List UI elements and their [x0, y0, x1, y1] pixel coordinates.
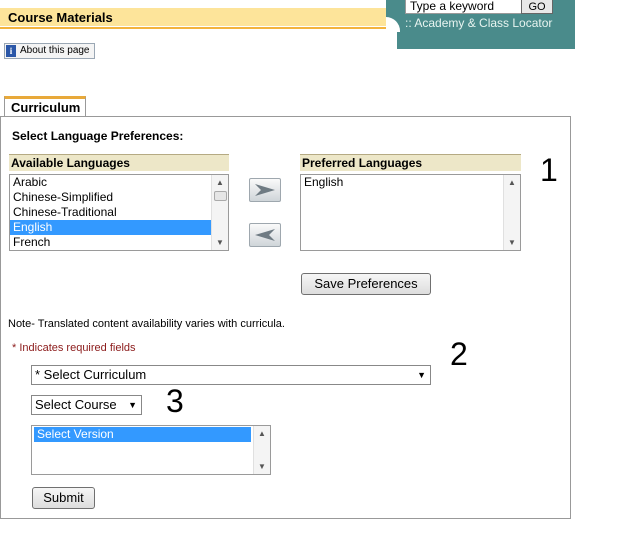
- callout-1: 1: [540, 152, 558, 188]
- keyword-search-input[interactable]: Type a keyword: [405, 0, 523, 14]
- available-languages-list[interactable]: Arabic Chinese-Simplified Chinese-Traditio…: [9, 174, 229, 251]
- arrow-left-icon: [255, 229, 275, 241]
- available-scrollbar[interactable]: ▲ ▼: [211, 175, 228, 250]
- callout-2: 2: [450, 336, 468, 372]
- version-scrollbar[interactable]: ▲ ▼: [253, 426, 270, 474]
- course-select-value: Select Course: [35, 397, 117, 412]
- scroll-down-icon[interactable]: ▼: [254, 459, 270, 474]
- remove-language-button[interactable]: [249, 223, 281, 247]
- list-item[interactable]: English: [301, 175, 503, 190]
- curriculum-select[interactable]: * Select Curriculum ▼: [31, 365, 431, 385]
- language-section-title: Select Language Preferences:: [12, 129, 184, 143]
- curriculum-select-value: * Select Curriculum: [35, 367, 147, 382]
- tab-curriculum[interactable]: Curriculum: [4, 96, 86, 116]
- scroll-up-icon[interactable]: ▲: [504, 175, 520, 190]
- info-icon: i: [6, 45, 16, 57]
- preferred-scrollbar[interactable]: ▲ ▼: [503, 175, 520, 250]
- version-list[interactable]: Select Version ▲ ▼: [31, 425, 271, 475]
- scroll-up-icon[interactable]: ▲: [212, 175, 228, 190]
- submit-button[interactable]: Submit: [32, 487, 95, 509]
- list-item[interactable]: Arabic: [10, 175, 211, 190]
- available-languages-header: Available Languages: [9, 154, 229, 171]
- course-select[interactable]: Select Course ▼: [31, 395, 142, 415]
- callout-3: 3: [166, 383, 184, 419]
- scroll-down-icon[interactable]: ▼: [504, 235, 520, 250]
- scroll-thumb[interactable]: [214, 191, 227, 201]
- required-fields-note: * Indicates required fields: [12, 342, 136, 354]
- save-preferences-button[interactable]: Save Preferences: [301, 273, 431, 295]
- academy-class-locator-link[interactable]: :: Academy & Class Locator: [405, 16, 552, 30]
- list-item[interactable]: English: [10, 220, 211, 235]
- arrow-right-icon: [255, 184, 275, 196]
- about-this-page-button[interactable]: i About this page: [4, 43, 95, 59]
- scroll-down-icon[interactable]: ▼: [212, 235, 228, 250]
- list-item[interactable]: Chinese-Simplified: [10, 190, 211, 205]
- about-label: About this page: [20, 45, 90, 56]
- go-button[interactable]: GO: [521, 0, 553, 14]
- preferred-languages-header: Preferred Languages: [300, 154, 521, 171]
- page-title: Course Materials: [8, 10, 113, 25]
- add-language-button[interactable]: [249, 178, 281, 202]
- preferred-languages-list[interactable]: English ▲ ▼: [300, 174, 521, 251]
- list-item[interactable]: French: [10, 235, 211, 250]
- list-item[interactable]: Chinese-Traditional: [10, 205, 211, 220]
- translation-note: Note- Translated content availability va…: [8, 318, 285, 330]
- scroll-up-icon[interactable]: ▲: [254, 426, 270, 441]
- chevron-down-icon: ▼: [417, 370, 426, 380]
- list-item[interactable]: Select Version: [34, 427, 251, 442]
- chevron-down-icon: ▼: [128, 400, 137, 410]
